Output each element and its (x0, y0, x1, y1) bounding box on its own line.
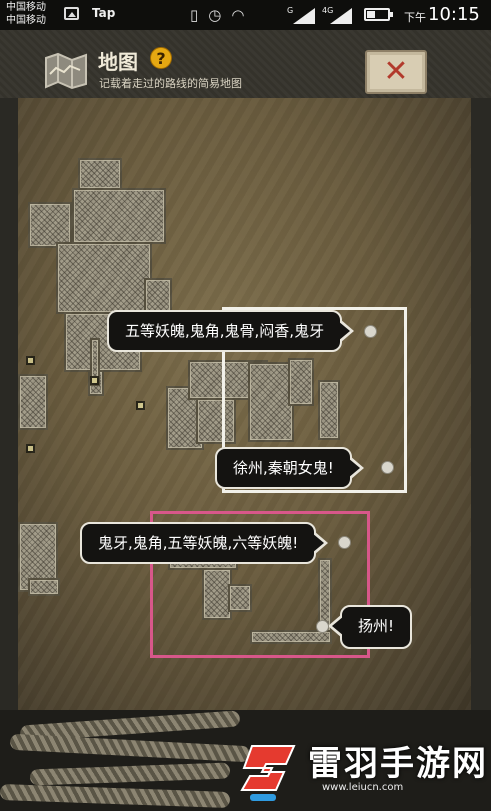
callout-loot-1: 五等妖魄,鬼角,鬼骨,闷香,鬼牙 (107, 310, 355, 352)
page-title: 地图 (98, 50, 138, 74)
help-icon[interactable]: ? (150, 47, 172, 69)
signal-bars-icon-2 (330, 8, 352, 24)
map-room (18, 374, 48, 430)
watermark-name: 雷羽手游网 (308, 744, 488, 784)
map-room (78, 158, 122, 190)
app-notification-label: Tap (92, 6, 116, 20)
right-border (471, 98, 491, 710)
map-marker (26, 356, 35, 365)
map-marker (136, 401, 145, 410)
folded-map-icon (45, 52, 87, 90)
wifi-icon: ◠ (231, 6, 245, 24)
close-icon: ✕ (383, 54, 409, 89)
alarm-icon: ◷ (208, 6, 222, 24)
map-node-dot[interactable] (381, 461, 394, 474)
close-button[interactable]: ✕ (365, 50, 427, 94)
map-room (72, 188, 166, 244)
carrier-label-1: 中国移动 (6, 2, 46, 13)
vibrate-icon: ▯ (190, 6, 199, 24)
map-node-dot[interactable] (364, 325, 377, 338)
map-room (88, 370, 104, 396)
map-node-dot[interactable] (338, 536, 351, 549)
signal-bars-icon (293, 8, 315, 24)
map-room (18, 522, 58, 592)
map-room (90, 338, 100, 386)
rope-decoration (29, 762, 231, 786)
page-subtitle: 记载着走过的路线的简易地图 (99, 77, 242, 90)
bottom-decoration: 雷羽手游网 www.leiucn.com (0, 710, 491, 811)
watermark-url: www.leiucn.com (322, 782, 404, 793)
callout-loot-2: 鬼牙,鬼角,五等妖魄,六等妖魄! (80, 522, 329, 564)
status-bar: 中国移动 中国移动 Tap ▯ ◷ ◠ G 4G 下午 10:15 (0, 0, 491, 30)
rope-decoration (0, 783, 231, 809)
image-notification-icon (64, 7, 79, 20)
left-border (0, 98, 18, 710)
time-ampm: 下午 (404, 11, 426, 24)
battery-icon (364, 8, 393, 21)
map-room (56, 242, 152, 314)
map-marker (26, 444, 35, 453)
map-node-dot[interactable] (316, 620, 329, 633)
map-room (28, 202, 72, 248)
clock: 10:15 (428, 4, 480, 25)
leiyu-logo-icon (240, 745, 296, 801)
callout-xuzhou: 徐州,秦朝女鬼! (215, 447, 364, 489)
carrier-label-2: 中国移动 (6, 15, 46, 26)
rope-decoration (9, 733, 251, 763)
map-header: 地图 ? 记载着走过的路线的简易地图 ✕ (0, 30, 491, 98)
callout-yangzhou: 扬州! (327, 605, 413, 649)
map-room (28, 578, 60, 596)
map-room (166, 386, 204, 450)
status-icons: ▯ ◷ ◠ (190, 4, 244, 26)
map-marker (90, 376, 99, 385)
